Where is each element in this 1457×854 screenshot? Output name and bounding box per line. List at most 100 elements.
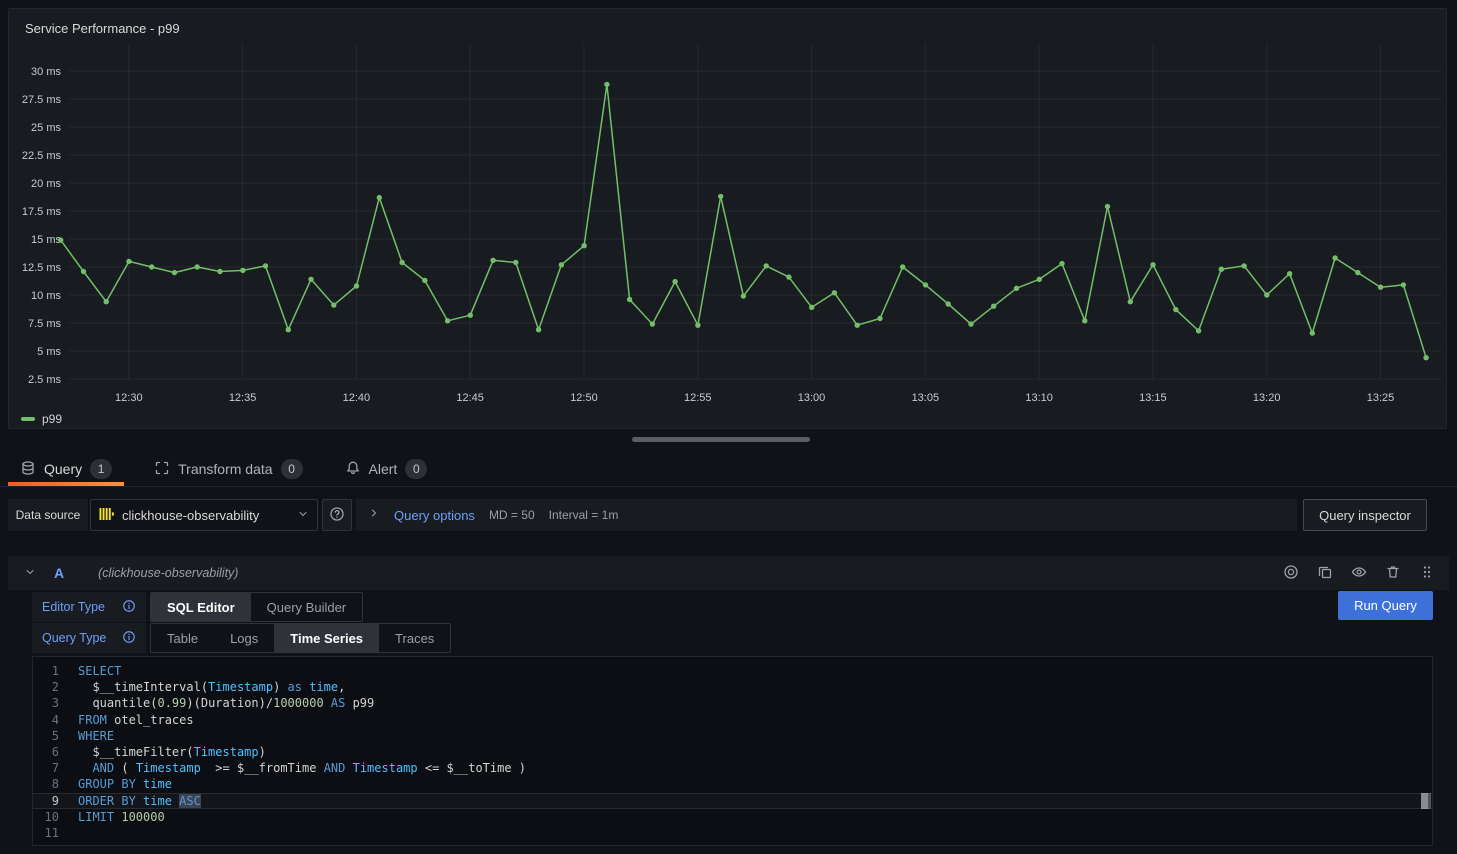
- svg-text:22.5 ms: 22.5 ms: [22, 150, 62, 162]
- code-line-10: 10LIMIT 100000: [33, 809, 1432, 825]
- datasource-label: Data source: [8, 499, 88, 531]
- bell-icon: [345, 460, 361, 479]
- run-query-button[interactable]: Run Query: [1338, 591, 1433, 620]
- tab-count-badge: 1: [90, 459, 112, 479]
- legend-series-color: [21, 417, 35, 421]
- code-line-3: 3 quantile(0.99)(Duration)/1000000 AS p9…: [33, 695, 1432, 711]
- database-icon: [20, 460, 36, 479]
- collapse-query-button[interactable]: [18, 561, 42, 585]
- circle-icon: [1283, 564, 1299, 583]
- info-icon[interactable]: [122, 599, 136, 616]
- remove-query-button[interactable]: [1381, 561, 1405, 585]
- tab-transform-data[interactable]: Transform data 0: [142, 452, 314, 486]
- query-type-chip: Query Type: [32, 623, 146, 653]
- query-options-link[interactable]: Query options: [394, 508, 475, 523]
- query-row-header: A (clickhouse-observability): [8, 556, 1449, 590]
- svg-text:12:45: 12:45: [456, 392, 484, 404]
- query-inspector-button[interactable]: Query inspector: [1303, 499, 1427, 531]
- hide-response-button[interactable]: [1347, 561, 1371, 585]
- svg-text:25 ms: 25 ms: [31, 122, 61, 134]
- code-line-11: 11: [33, 825, 1432, 841]
- svg-text:15 ms: 15 ms: [31, 234, 61, 246]
- tab-label: Transform data: [178, 461, 272, 477]
- legend-series-label[interactable]: p99: [42, 412, 62, 426]
- svg-text:20 ms: 20 ms: [31, 178, 61, 190]
- code-line-1: 1SELECT: [33, 663, 1432, 679]
- tab-label: Query: [44, 461, 82, 477]
- svg-text:10 ms: 10 ms: [31, 290, 61, 302]
- tab-label: Alert: [369, 461, 398, 477]
- editor-type-chip: Editor Type: [32, 592, 146, 622]
- horizontal-scrollbar-thumb[interactable]: [632, 437, 810, 442]
- sql-code-editor[interactable]: 1SELECT2 $__timeInterval(Timestamp) as t…: [32, 656, 1433, 846]
- query-type-label: Query Type: [42, 631, 106, 645]
- option-logs[interactable]: Logs: [214, 624, 274, 652]
- option-query-builder[interactable]: Query Builder: [251, 593, 362, 621]
- code-line-2: 2 $__timeInterval(Timestamp) as time,: [33, 679, 1432, 695]
- svg-text:13:05: 13:05: [912, 392, 940, 404]
- tab-query[interactable]: Query 1: [8, 452, 124, 486]
- query-type-switch: TableLogsTime SeriesTraces: [150, 623, 451, 653]
- svg-text:17.5 ms: 17.5 ms: [22, 206, 62, 218]
- code-line-5: 5WHERE: [33, 728, 1432, 744]
- timeseries-panel: 2.5 ms 5 ms 7.5 ms 10 ms 12.5 ms 15 ms 17.5 ms…: [8, 8, 1447, 429]
- svg-text:2.5 ms: 2.5 ms: [28, 374, 62, 386]
- svg-text:13:15: 13:15: [1139, 392, 1167, 404]
- svg-text:12:35: 12:35: [229, 392, 257, 404]
- chevron-down-icon: [24, 566, 36, 581]
- svg-text:12:50: 12:50: [570, 392, 598, 404]
- query-row-actions: [1279, 561, 1439, 585]
- transform-icon: [154, 460, 170, 479]
- query-options-md: MD = 50: [489, 508, 535, 522]
- tab-count-badge: 0: [281, 459, 303, 479]
- code-line-8: 8GROUP BY time: [33, 776, 1432, 792]
- svg-text:5 ms: 5 ms: [37, 346, 61, 358]
- svg-text:30 ms: 30 ms: [31, 66, 61, 78]
- svg-text:13:20: 13:20: [1253, 392, 1281, 404]
- editor-tabs: Query 1 Transform data 0 Alert 0: [0, 452, 1457, 487]
- svg-text:27.5 ms: 27.5 ms: [22, 94, 62, 106]
- svg-text:13:00: 13:00: [798, 392, 826, 404]
- eye-icon: [1351, 564, 1367, 583]
- code-line-9: 9ORDER BY time ASC: [33, 793, 1432, 809]
- copy-icon: [1317, 564, 1333, 583]
- timeseries-chart[interactable]: 2.5 ms 5 ms 7.5 ms 10 ms 12.5 ms 15 ms 17.5 ms…: [9, 9, 1446, 428]
- chevron-right-icon: [368, 506, 380, 524]
- option-table[interactable]: Table: [151, 624, 214, 652]
- editor-type-switch: SQL EditorQuery Builder: [150, 592, 363, 622]
- query-options-bar[interactable]: Query options MD = 50 Interval = 1m: [356, 499, 1297, 531]
- svg-text:12:30: 12:30: [115, 392, 143, 404]
- info-icon[interactable]: [122, 630, 136, 647]
- code-line-6: 6 $__timeFilter(Timestamp): [33, 744, 1432, 760]
- query-datasource-hint: (clickhouse-observability): [98, 566, 238, 580]
- legend: p99: [21, 412, 62, 426]
- help-circle-icon: [329, 506, 345, 525]
- tab-count-badge: 0: [405, 459, 427, 479]
- option-sql-editor[interactable]: SQL Editor: [151, 593, 251, 621]
- chevron-down-icon: [297, 508, 309, 523]
- query-ref-id: A: [54, 565, 64, 581]
- option-traces[interactable]: Traces: [379, 624, 450, 652]
- svg-text:12:55: 12:55: [684, 392, 712, 404]
- svg-text:13:10: 13:10: [1025, 392, 1053, 404]
- duplicate-query-button[interactable]: [1313, 561, 1337, 585]
- code-line-4: 4FROM otel_traces: [33, 712, 1432, 728]
- option-time-series[interactable]: Time Series: [274, 624, 379, 652]
- panel-title: Service Performance - p99: [25, 21, 180, 36]
- clickhouse-icon: [99, 507, 114, 524]
- svg-text:12.5 ms: 12.5 ms: [22, 262, 62, 274]
- trash-icon: [1385, 564, 1401, 583]
- code-line-7: 7 AND ( Timestamp >= $__fromTime AND Tim…: [33, 760, 1432, 776]
- query-status-button[interactable]: [1279, 561, 1303, 585]
- editor-type-label: Editor Type: [42, 600, 105, 614]
- drag-query-handle[interactable]: [1415, 561, 1439, 585]
- svg-text:13:25: 13:25: [1367, 392, 1395, 404]
- datasource-picker[interactable]: clickhouse-observability: [90, 499, 318, 531]
- datasource-help-button[interactable]: [322, 499, 352, 531]
- svg-text:12:40: 12:40: [343, 392, 371, 404]
- svg-text:7.5 ms: 7.5 ms: [28, 318, 62, 330]
- tab-alert[interactable]: Alert 0: [333, 452, 440, 486]
- datasource-picker-value: clickhouse-observability: [122, 508, 259, 523]
- query-options-interval: Interval = 1m: [549, 508, 619, 522]
- drag-handle-icon: [1419, 564, 1435, 583]
